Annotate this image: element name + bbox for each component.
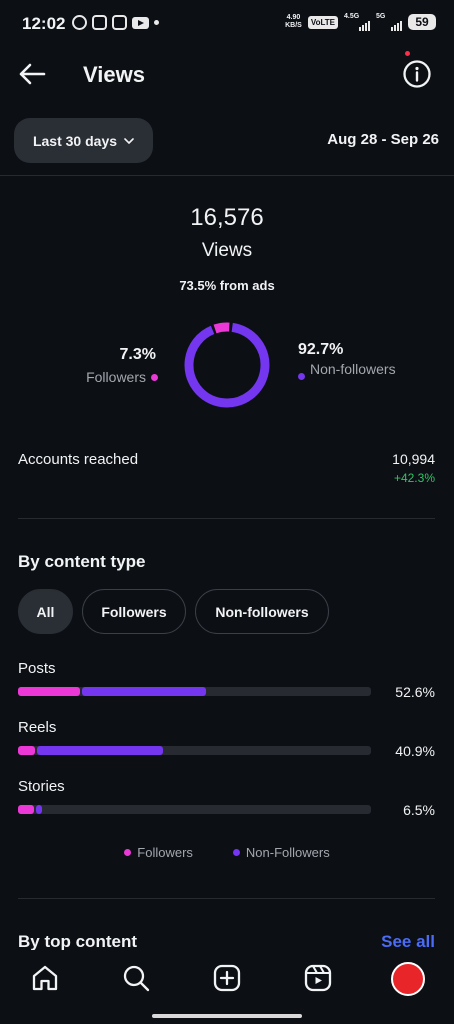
status-bar: 12:02 4.90 KB/S VoLTE 4.5G 5G 59 — [0, 0, 454, 48]
posts-followers-segment — [18, 687, 80, 696]
volte-badge: VoLTE — [307, 15, 338, 29]
chip-all[interactable]: All — [18, 589, 73, 634]
reels-percentage: 40.9% — [395, 743, 435, 759]
create-icon — [213, 964, 241, 992]
legend-followers: Followers — [124, 845, 193, 860]
chip-followers[interactable]: Followers — [82, 589, 186, 634]
donut-followers-arc — [184, 322, 270, 408]
notification-icons — [72, 15, 159, 30]
accounts-reached-label: Accounts reached — [18, 451, 139, 468]
followers-legend-label: Followers — [86, 369, 146, 385]
date-range-dropdown-label: Last 30 days — [32, 132, 118, 149]
whatsapp-icon — [72, 15, 87, 30]
content-type-filter: All Followers Non-followers — [18, 589, 329, 634]
instagram-icon — [112, 15, 127, 30]
signal-icon-sim1: 4.5G — [344, 13, 370, 31]
accounts-reached-value: 10,994 — [392, 451, 435, 467]
header: Views — [0, 48, 454, 104]
nav-home[interactable] — [29, 962, 61, 994]
bottom-navigation — [0, 950, 454, 1024]
nav-reels[interactable] — [302, 962, 334, 994]
non-followers-dot — [232, 849, 240, 856]
info-icon[interactable] — [402, 59, 432, 89]
followers-percentage: 7.3% — [119, 346, 156, 363]
non-followers-dot — [298, 373, 305, 380]
non-followers-legend: Non-followers — [298, 362, 408, 380]
posts-non-followers-segment — [81, 687, 206, 696]
reels-non-followers-segment — [36, 746, 163, 755]
divider — [18, 518, 435, 519]
accounts-reached-change: +42.3% — [393, 471, 435, 485]
page-title: Views — [83, 62, 145, 87]
network-type-1: 4.5G — [344, 13, 360, 20]
youtube-icon — [132, 16, 149, 29]
followers-dot — [124, 849, 132, 856]
more-notifications-dot — [154, 20, 159, 25]
network-speed: 4.90 KB/S — [285, 14, 302, 30]
nav-search[interactable] — [120, 962, 152, 994]
non-followers-legend-label: Non-followers — [310, 361, 396, 377]
stories-percentage: 6.5% — [403, 802, 435, 818]
content-type-title: By content type — [18, 552, 146, 571]
battery-icon: 59 — [408, 14, 436, 30]
posts-bar — [18, 687, 371, 696]
donut-non-followers-arc — [184, 322, 270, 408]
views-label: Views — [201, 240, 253, 261]
status-indicators: 4.90 KB/S VoLTE 4.5G 5G 59 — [285, 13, 436, 31]
reels-label: Reels — [18, 719, 57, 736]
chip-non-followers[interactable]: Non-followers — [195, 589, 329, 634]
posts-label: Posts — [18, 660, 56, 677]
posts-percentage: 52.6% — [395, 684, 435, 700]
home-icon — [32, 965, 58, 991]
views-count: 16,576 — [190, 204, 264, 231]
stories-non-followers-segment — [35, 805, 42, 814]
legend-non-followers-label: Non-Followers — [245, 845, 330, 860]
nav-create[interactable] — [211, 962, 243, 994]
stories-followers-segment — [18, 805, 34, 814]
reels-icon — [304, 964, 332, 992]
legend-non-followers: Non-Followers — [232, 845, 330, 860]
network-type-2: 5G — [376, 13, 386, 20]
chevron-down-icon — [124, 137, 134, 144]
divider — [18, 898, 435, 899]
home-indicator — [152, 1014, 302, 1018]
divider — [0, 175, 454, 176]
search-icon — [123, 965, 150, 992]
arrow-left-icon[interactable] — [16, 60, 48, 88]
date-range-text: Aug 28 - Sep 26 — [327, 131, 439, 148]
stories-label: Stories — [18, 778, 65, 795]
views-donut-chart — [184, 322, 270, 408]
non-followers-percentage: 92.7% — [298, 341, 344, 358]
speed-value: 4.90 — [286, 14, 301, 21]
followers-dot — [151, 373, 158, 381]
reels-bar — [18, 746, 371, 755]
signal-icon-sim2: 5G — [376, 13, 402, 31]
profile-avatar[interactable] — [391, 962, 425, 996]
date-range-dropdown[interactable]: Last 30 days — [14, 118, 153, 163]
speed-unit: KB/S — [285, 22, 302, 29]
stories-bar — [18, 805, 371, 814]
see-all-link[interactable]: See all — [381, 932, 435, 952]
legend-followers-label: Followers — [137, 845, 193, 860]
content-type-legend: Followers Non-Followers — [0, 845, 454, 860]
top-content-title: By top content — [18, 932, 137, 951]
app-icon — [92, 15, 107, 30]
followers-legend: Followers — [86, 369, 158, 385]
status-time: 12:02 — [22, 14, 66, 33]
profile-notification-dot — [405, 51, 410, 56]
reels-followers-segment — [18, 746, 35, 755]
ads-percentage-text: 73.5% from ads — [179, 278, 275, 293]
